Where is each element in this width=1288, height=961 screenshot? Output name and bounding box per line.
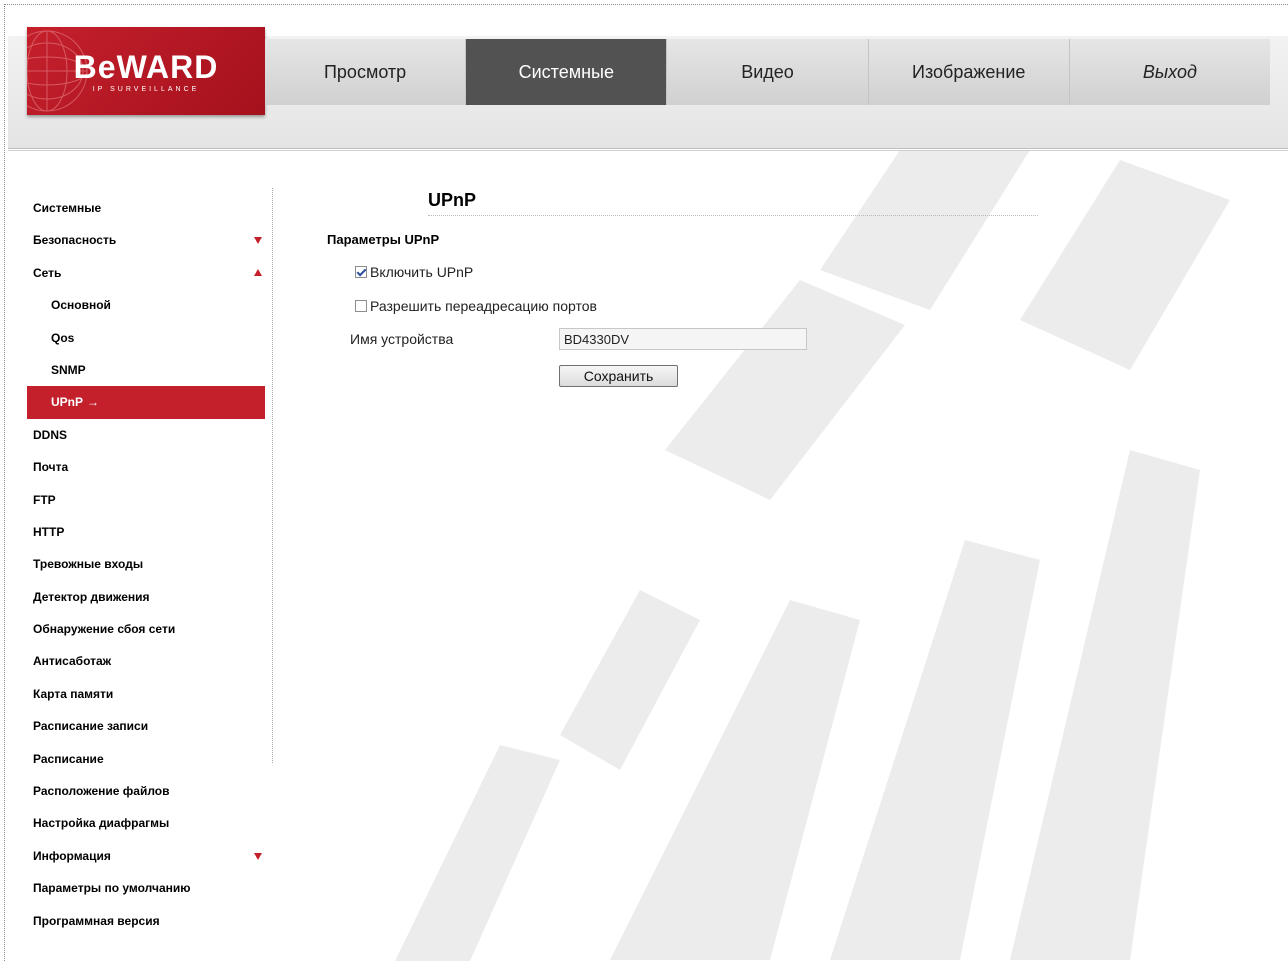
- sidebar-item-ftp[interactable]: FTP: [27, 484, 265, 516]
- section-title: Параметры UPnP: [327, 232, 440, 247]
- sidebar-item-label: SNMP: [51, 362, 86, 377]
- sidebar-item-qos[interactable]: Qos: [27, 322, 265, 354]
- port-forwarding-label[interactable]: Разрешить переадресацию портов: [370, 298, 597, 314]
- sidebar-item-system[interactable]: Системные: [27, 192, 265, 224]
- main-nav: Просмотр Системные Видео Изображение Вых…: [265, 39, 1270, 105]
- sidebar-item-label: Настройка диафрагмы: [33, 816, 170, 831]
- device-name-input[interactable]: [559, 328, 807, 350]
- tab-image[interactable]: Изображение: [869, 39, 1070, 105]
- sidebar-item-antisabotage[interactable]: Антисаботаж: [27, 645, 265, 677]
- header-divider: [8, 150, 1288, 151]
- sidebar-item-label: Безопасность: [33, 233, 117, 248]
- sidebar-item-label: FTP: [33, 492, 56, 507]
- logo-text: BeWARD: [73, 49, 219, 85]
- sidebar-item-label: Информация: [33, 848, 111, 863]
- tab-view[interactable]: Просмотр: [265, 39, 467, 105]
- sidebar-item-label: Расписание записи: [33, 719, 149, 734]
- collapse-arrow-icon: [254, 268, 262, 276]
- tab-logout[interactable]: Выход: [1070, 39, 1270, 105]
- device-name-label: Имя устройства: [350, 331, 454, 347]
- arrow-right-icon: →: [87, 395, 100, 410]
- sidebar-item-record-schedule[interactable]: Расписание записи: [27, 710, 265, 742]
- sidebar-item-label: Параметры по умолчанию: [33, 881, 191, 896]
- sidebar-item-schedule[interactable]: Расписание: [27, 743, 265, 775]
- sidebar-item-upnp[interactable]: UPnP →: [27, 386, 265, 419]
- sidebar-item-network-failure[interactable]: Обнаружение сбоя сети: [27, 613, 265, 645]
- sidebar-item-defaults[interactable]: Параметры по умолчанию: [27, 872, 265, 904]
- expand-arrow-icon: [254, 237, 262, 245]
- sidebar-item-memory-card[interactable]: Карта памяти: [27, 678, 265, 710]
- enable-upnp-label[interactable]: Включить UPnP: [370, 264, 473, 280]
- sidebar-item-label: Расположение файлов: [33, 784, 170, 799]
- save-button[interactable]: Сохранить: [559, 365, 678, 387]
- port-forwarding-checkbox[interactable]: [355, 300, 367, 312]
- title-divider: [428, 215, 1038, 216]
- sidebar-item-basic[interactable]: Основной: [27, 289, 265, 321]
- sidebar-item-label: Антисаботаж: [33, 654, 112, 669]
- sidebar-item-motion-detector[interactable]: Детектор движения: [27, 581, 265, 613]
- sidebar-item-label: UPnP: [51, 395, 84, 410]
- sidebar: Системные Безопасность Сеть Основной Qos…: [27, 192, 265, 937]
- sidebar-divider: [272, 188, 273, 763]
- beward-logo[interactable]: BeWARD IP SURVEILLANCE: [27, 27, 265, 115]
- sidebar-item-firmware-version[interactable]: Программная версия: [27, 905, 265, 937]
- sidebar-item-security[interactable]: Безопасность: [27, 224, 265, 256]
- enable-upnp-checkbox[interactable]: [355, 266, 367, 278]
- sidebar-item-snmp[interactable]: SNMP: [27, 354, 265, 386]
- sidebar-item-label: Программная версия: [33, 913, 160, 928]
- sidebar-item-label: DDNS: [33, 427, 68, 442]
- sidebar-item-label: Детектор движения: [33, 589, 150, 604]
- expand-arrow-icon: [254, 852, 262, 860]
- sidebar-item-ddns[interactable]: DDNS: [27, 419, 265, 451]
- sidebar-item-alarm-inputs[interactable]: Тревожные входы: [27, 548, 265, 580]
- sidebar-item-label: Qos: [51, 330, 75, 345]
- sidebar-item-label: HTTP: [33, 524, 65, 539]
- sidebar-item-label: Карта памяти: [33, 686, 114, 701]
- sidebar-item-iris-settings[interactable]: Настройка диафрагмы: [27, 807, 265, 839]
- logo-subtitle: IP SURVEILLANCE: [92, 86, 200, 93]
- port-forwarding-row: Разрешить переадресацию портов: [355, 298, 597, 314]
- sidebar-item-label: Почта: [33, 460, 69, 475]
- sidebar-item-label: Основной: [51, 298, 111, 313]
- page-title: UPnP: [428, 190, 477, 210]
- sidebar-item-label: Сеть: [33, 265, 62, 280]
- sidebar-item-label: Тревожные входы: [33, 557, 144, 572]
- tab-video[interactable]: Видео: [667, 39, 869, 105]
- sidebar-item-label: Расписание: [33, 751, 104, 766]
- sidebar-item-label: Системные: [33, 201, 102, 215]
- tab-system[interactable]: Системные: [466, 39, 668, 105]
- sidebar-item-mail[interactable]: Почта: [27, 451, 265, 483]
- sidebar-item-http[interactable]: HTTP: [27, 516, 265, 548]
- enable-upnp-row: Включить UPnP: [355, 264, 473, 280]
- sidebar-item-network[interactable]: Сеть: [27, 257, 265, 289]
- sidebar-item-label: Обнаружение сбоя сети: [33, 622, 176, 637]
- sidebar-item-information[interactable]: Информация: [27, 840, 265, 872]
- sidebar-item-file-location[interactable]: Расположение файлов: [27, 775, 265, 807]
